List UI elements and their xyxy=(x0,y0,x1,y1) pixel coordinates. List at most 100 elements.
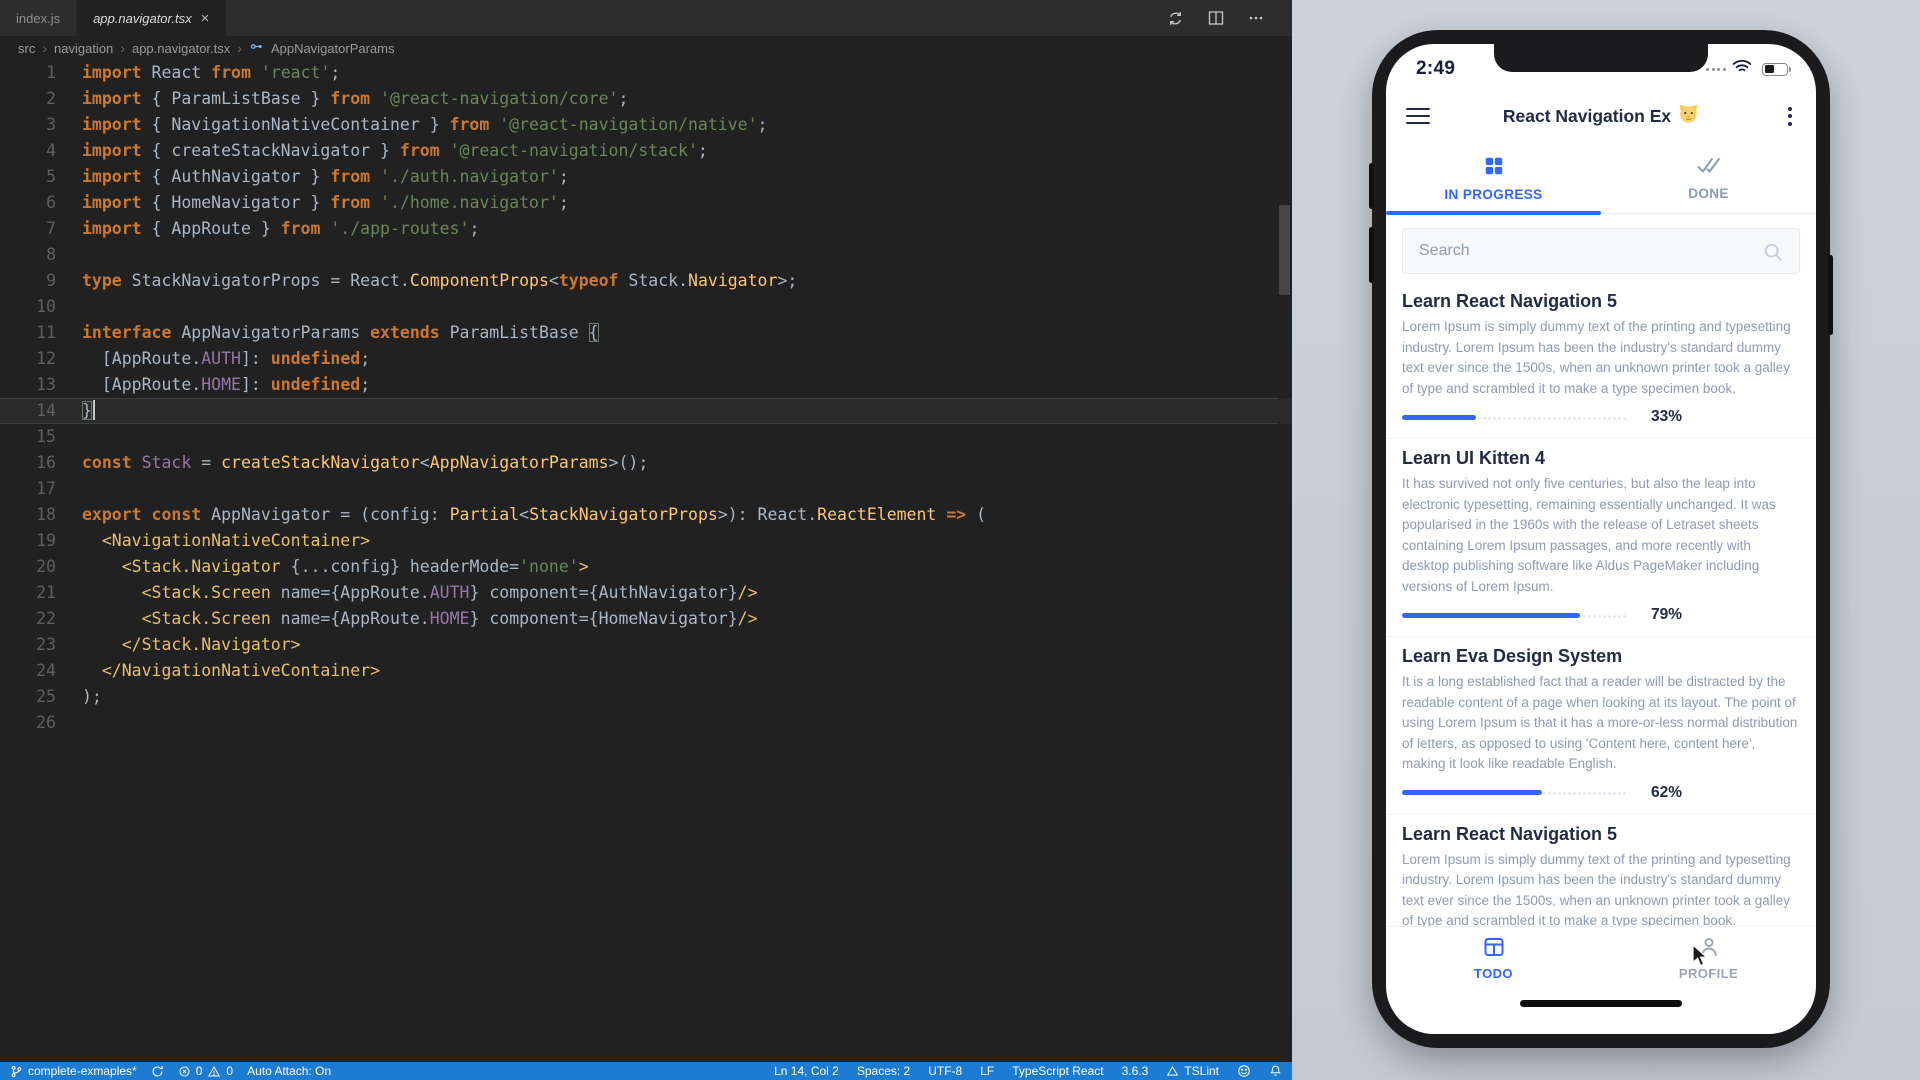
editor-actions xyxy=(1167,0,1292,36)
code-line-24[interactable]: 24 </NavigationNativeContainer> xyxy=(0,658,1292,684)
line-number[interactable]: 7 xyxy=(0,216,56,242)
line-number[interactable]: 21 xyxy=(0,580,56,606)
problems-indicator[interactable]: 0 0 xyxy=(178,1064,233,1078)
line-number[interactable]: 9 xyxy=(0,268,56,294)
code-line-7[interactable]: 7import { AppRoute } from './app-routes'… xyxy=(0,216,1292,242)
todo-card[interactable]: Learn React Navigation 5Lorem Ipsum is s… xyxy=(1386,815,1816,927)
tab-app-navigator-tsx[interactable]: app.navigator.tsx × xyxy=(77,0,226,36)
todo-card[interactable]: Learn React Navigation 5Lorem Ipsum is s… xyxy=(1386,282,1816,439)
status-bar: complete-exmaples* 0 0 Auto Attach: On L xyxy=(0,1062,1292,1080)
eol-setting[interactable]: LF xyxy=(980,1064,994,1078)
line-number[interactable]: 17 xyxy=(0,476,56,502)
search-input[interactable] xyxy=(1402,228,1800,274)
line-number[interactable]: 5 xyxy=(0,164,56,190)
code-line-13[interactable]: 13 [AppRoute.HOME]: undefined; xyxy=(0,372,1292,398)
code-line-20[interactable]: 20 <Stack.Navigator {...config} headerMo… xyxy=(0,554,1292,580)
code-line-11[interactable]: 11interface AppNavigatorParams extends P… xyxy=(0,320,1292,346)
code-line-25[interactable]: 25); xyxy=(0,684,1292,710)
mouse-cursor xyxy=(1692,944,1714,973)
line-number[interactable]: 26 xyxy=(0,710,56,736)
progress-row: 79% xyxy=(1402,606,1800,624)
feedback-smiley-icon[interactable] xyxy=(1237,1064,1251,1078)
code-line-21[interactable]: 21 <Stack.Screen name={AppRoute.AUTH} co… xyxy=(0,580,1292,606)
more-actions-icon[interactable] xyxy=(1248,10,1264,26)
code-line-15[interactable]: 15 xyxy=(0,424,1292,450)
auto-attach-toggle[interactable]: Auto Attach: On xyxy=(247,1064,331,1078)
line-number[interactable]: 19 xyxy=(0,528,56,554)
code-line-26[interactable]: 26 xyxy=(0,710,1292,736)
code-text: import React from 'react'; xyxy=(56,60,340,86)
line-number[interactable]: 14 xyxy=(0,398,56,424)
line-number[interactable]: 8 xyxy=(0,242,56,268)
code-line-4[interactable]: 4import { createStackNavigator } from '@… xyxy=(0,138,1292,164)
code-line-23[interactable]: 23 </Stack.Navigator> xyxy=(0,632,1292,658)
encoding-setting[interactable]: UTF-8 xyxy=(928,1064,962,1078)
tab-in-progress[interactable]: IN PROGRESS xyxy=(1386,144,1601,213)
line-number[interactable]: 11 xyxy=(0,320,56,346)
sync-changes-button[interactable] xyxy=(151,1065,164,1078)
code-line-3[interactable]: 3import { NavigationNativeContainer } fr… xyxy=(0,112,1292,138)
breadcrumb-item-file[interactable]: app.navigator.tsx xyxy=(132,41,230,56)
split-editor-icon[interactable] xyxy=(1208,10,1224,26)
code-line-14[interactable]: 14} xyxy=(0,398,1292,424)
line-number[interactable]: 3 xyxy=(0,112,56,138)
todo-card[interactable]: Learn UI Kitten 4It has survived not onl… xyxy=(1386,439,1816,637)
language-mode[interactable]: TypeScript React xyxy=(1012,1064,1103,1078)
phone-screen: 2:49 React xyxy=(1386,44,1816,1034)
todo-card[interactable]: Learn Eva Design SystemIt is a long esta… xyxy=(1386,637,1816,815)
indentation-setting[interactable]: Spaces: 2 xyxy=(857,1064,910,1078)
line-number[interactable]: 20 xyxy=(0,554,56,580)
code-line-17[interactable]: 17 xyxy=(0,476,1292,502)
line-number[interactable]: 13 xyxy=(0,372,56,398)
code-line-8[interactable]: 8 xyxy=(0,242,1292,268)
code-text: ); xyxy=(56,684,102,710)
code-line-12[interactable]: 12 [AppRoute.AUTH]: undefined; xyxy=(0,346,1292,372)
line-number[interactable]: 6 xyxy=(0,190,56,216)
editor-scrollbar[interactable] xyxy=(1279,205,1290,295)
git-branch-indicator[interactable]: complete-exmaples* xyxy=(10,1064,137,1078)
line-number[interactable]: 1 xyxy=(0,60,56,86)
line-number[interactable]: 25 xyxy=(0,684,56,710)
code-line-22[interactable]: 22 <Stack.Screen name={AppRoute.HOME} co… xyxy=(0,606,1292,632)
todo-description: Lorem Ipsum is simply dummy text of the … xyxy=(1402,317,1800,399)
code-editor[interactable]: 1import React from 'react';2import { Par… xyxy=(0,60,1292,1062)
code-line-1[interactable]: 1import React from 'react'; xyxy=(0,60,1292,86)
code-line-2[interactable]: 2import { ParamListBase } from '@react-n… xyxy=(0,86,1292,112)
home-indicator-area xyxy=(1386,988,1816,1034)
line-number[interactable]: 4 xyxy=(0,138,56,164)
typescript-version[interactable]: 3.6.3 xyxy=(1122,1064,1149,1078)
line-number[interactable]: 23 xyxy=(0,632,56,658)
tab-index-js[interactable]: index.js xyxy=(0,0,77,36)
menu-hamburger-icon[interactable] xyxy=(1406,108,1430,125)
line-number[interactable]: 16 xyxy=(0,450,56,476)
notifications-bell-icon[interactable] xyxy=(1269,1064,1282,1078)
bottom-tab-todo[interactable]: TODO xyxy=(1386,927,1601,988)
line-number[interactable]: 2 xyxy=(0,86,56,112)
cursor-position[interactable]: Ln 14, Col 2 xyxy=(774,1064,839,1078)
code-line-5[interactable]: 5import { AuthNavigator } from './auth.n… xyxy=(0,164,1292,190)
line-number[interactable]: 18 xyxy=(0,502,56,528)
line-number[interactable]: 24 xyxy=(0,658,56,684)
breadcrumb-item-src[interactable]: src xyxy=(18,41,35,56)
close-tab-icon[interactable]: × xyxy=(201,11,210,26)
code-line-10[interactable]: 10 xyxy=(0,294,1292,320)
sync-icon[interactable] xyxy=(1167,10,1184,27)
tab-done[interactable]: DONE xyxy=(1601,144,1816,213)
code-line-16[interactable]: 16const Stack = createStackNavigator<App… xyxy=(0,450,1292,476)
line-number[interactable]: 15 xyxy=(0,424,56,450)
line-number[interactable]: 10 xyxy=(0,294,56,320)
code-line-19[interactable]: 19 <NavigationNativeContainer> xyxy=(0,528,1292,554)
more-options-icon[interactable] xyxy=(1784,103,1796,130)
code-line-18[interactable]: 18export const AppNavigator = (config: P… xyxy=(0,502,1292,528)
tslint-status[interactable]: TSLint xyxy=(1166,1064,1219,1078)
breadcrumb-item-navigation[interactable]: navigation xyxy=(54,41,113,56)
line-number[interactable]: 12 xyxy=(0,346,56,372)
code-text: <Stack.Navigator {...config} headerMode=… xyxy=(56,554,589,580)
code-text: import { AppRoute } from './app-routes'; xyxy=(56,216,479,242)
code-line-9[interactable]: 9type StackNavigatorProps = React.Compon… xyxy=(0,268,1292,294)
code-line-6[interactable]: 6import { HomeNavigator } from './home.n… xyxy=(0,190,1292,216)
branch-name: complete-exmaples* xyxy=(28,1064,137,1078)
line-number[interactable]: 22 xyxy=(0,606,56,632)
warning-icon xyxy=(1166,1065,1179,1077)
breadcrumb-item-symbol[interactable]: AppNavigatorParams xyxy=(271,41,395,56)
